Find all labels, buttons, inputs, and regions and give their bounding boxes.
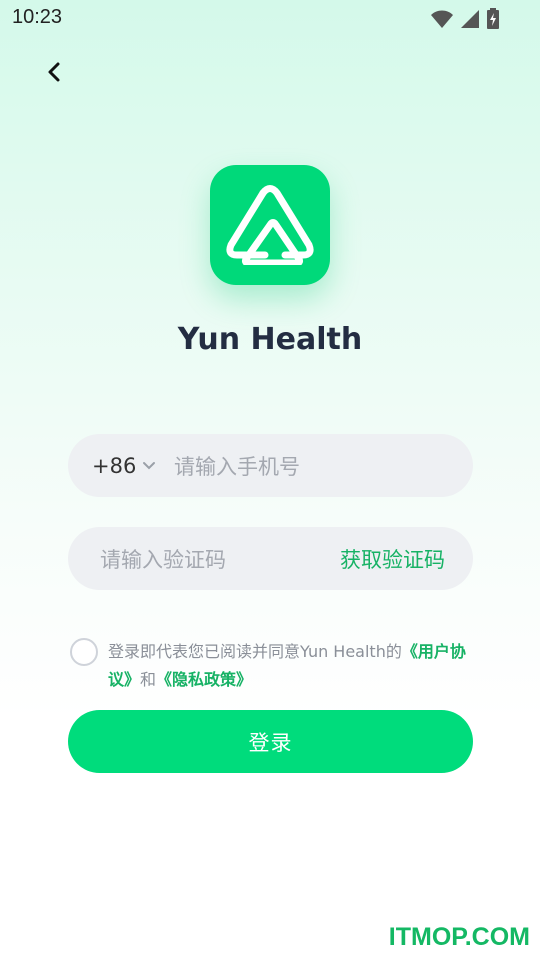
country-code-selector[interactable]: +86 — [92, 434, 156, 497]
phone-field: +86 — [68, 434, 473, 499]
back-button[interactable] — [38, 56, 70, 88]
battery-charging-icon — [487, 8, 499, 29]
chevron-left-icon — [48, 62, 60, 82]
app-name: Yun Health — [177, 322, 363, 357]
chevron-down-icon — [143, 461, 156, 469]
agreement-checkbox[interactable] — [70, 638, 98, 666]
signal-icon — [461, 10, 479, 28]
agreement-prefix: 登录即代表您已阅读并同意Yun Health的 — [108, 642, 402, 661]
status-icons — [430, 8, 500, 30]
agreement-conjunction: 和 — [140, 670, 157, 689]
triangle-logo-icon — [226, 185, 314, 265]
wifi-icon — [431, 10, 453, 28]
app-logo — [210, 165, 330, 285]
status-time: 10:23 — [12, 6, 63, 28]
agreement-text: 登录即代表您已阅读并同意Yun Health的《用户协议》和《隐私政策》 — [108, 638, 478, 694]
login-button[interactable]: 登录 — [68, 710, 473, 773]
country-code-label: +86 — [92, 453, 137, 478]
privacy-policy-link[interactable]: 《隐私政策》 — [156, 670, 252, 689]
status-bar: 10:23 — [0, 0, 540, 36]
verification-code-input[interactable] — [98, 527, 302, 592]
phone-input[interactable] — [172, 434, 456, 499]
watermark: ITMOP.COM — [388, 923, 530, 951]
get-code-button[interactable]: 获取验证码 — [340, 527, 445, 590]
code-field: 获取验证码 — [68, 527, 473, 592]
